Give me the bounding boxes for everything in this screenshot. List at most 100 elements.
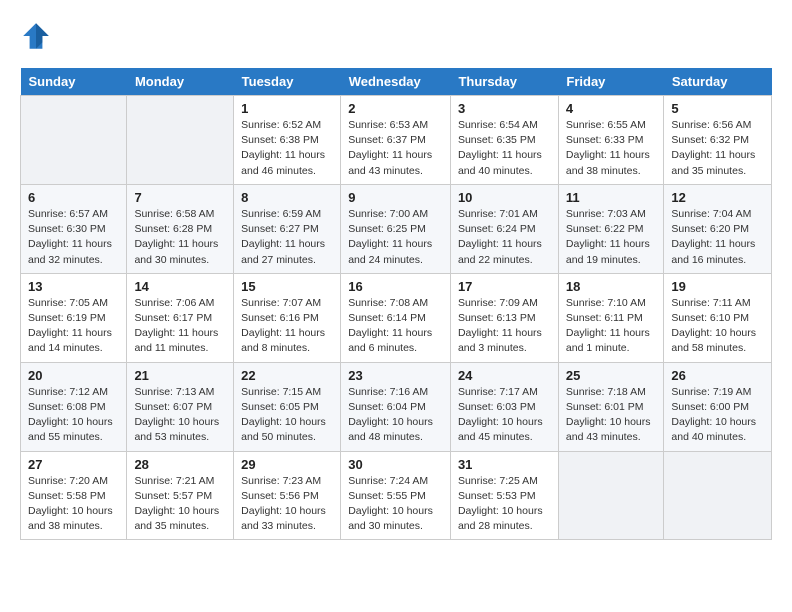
- day-number: 22: [241, 368, 333, 383]
- day-number: 4: [566, 101, 657, 116]
- day-info: Sunrise: 7:09 AMSunset: 6:13 PMDaylight:…: [458, 296, 551, 357]
- calendar-week-row: 20 Sunrise: 7:12 AMSunset: 6:08 PMDayligh…: [21, 362, 772, 451]
- day-info: Sunrise: 7:12 AMSunset: 6:08 PMDaylight:…: [28, 385, 119, 446]
- day-number: 27: [28, 457, 119, 472]
- header-wednesday: Wednesday: [341, 68, 451, 96]
- day-info: Sunrise: 7:08 AMSunset: 6:14 PMDaylight:…: [348, 296, 443, 357]
- day-info: Sunrise: 6:52 AMSunset: 6:38 PMDaylight:…: [241, 118, 333, 179]
- day-number: 11: [566, 190, 657, 205]
- day-number: 14: [134, 279, 226, 294]
- day-number: 18: [566, 279, 657, 294]
- calendar-week-row: 6 Sunrise: 6:57 AMSunset: 6:30 PMDaylight…: [21, 184, 772, 273]
- day-number: 17: [458, 279, 551, 294]
- day-number: 19: [671, 279, 764, 294]
- calendar-cell: 22 Sunrise: 7:15 AMSunset: 6:05 PMDayligh…: [234, 362, 341, 451]
- calendar-cell: 16Sunrise: 7:08 AMSunset: 6:14 PMDayligh…: [341, 273, 451, 362]
- day-number: 1: [241, 101, 333, 116]
- day-number: 13: [28, 279, 119, 294]
- calendar-cell: 29 Sunrise: 7:23 AMSunset: 5:56 PMDayligh…: [234, 451, 341, 540]
- day-info: Sunrise: 7:25 AMSunset: 5:53 PMDaylight:…: [458, 474, 551, 535]
- day-number: 15: [241, 279, 333, 294]
- day-info: Sunrise: 7:18 AMSunset: 6:01 PMDaylight:…: [566, 385, 657, 446]
- header-friday: Friday: [558, 68, 664, 96]
- calendar-cell: 31Sunrise: 7:25 AMSunset: 5:53 PMDayligh…: [450, 451, 558, 540]
- calendar-cell: 30 Sunrise: 7:24 AMSunset: 5:55 PMDayligh…: [341, 451, 451, 540]
- day-info: Sunrise: 7:15 AMSunset: 6:05 PMDaylight:…: [241, 385, 333, 446]
- day-info: Sunrise: 6:55 AMSunset: 6:33 PMDaylight:…: [566, 118, 657, 179]
- day-info: Sunrise: 7:23 AMSunset: 5:56 PMDaylight:…: [241, 474, 333, 535]
- day-number: 21: [134, 368, 226, 383]
- day-info: Sunrise: 7:07 AMSunset: 6:16 PMDaylight:…: [241, 296, 333, 357]
- day-number: 7: [134, 190, 226, 205]
- calendar-cell: 28Sunrise: 7:21 AMSunset: 5:57 PMDayligh…: [127, 451, 234, 540]
- day-info: Sunrise: 7:01 AMSunset: 6:24 PMDaylight:…: [458, 207, 551, 268]
- day-number: 3: [458, 101, 551, 116]
- header-tuesday: Tuesday: [234, 68, 341, 96]
- calendar-cell: 2 Sunrise: 6:53 AMSunset: 6:37 PMDaylight…: [341, 96, 451, 185]
- calendar-cell: [558, 451, 664, 540]
- calendar-cell: 14 Sunrise: 7:06 AMSunset: 6:17 PMDayligh…: [127, 273, 234, 362]
- day-number: 2: [348, 101, 443, 116]
- calendar-cell: 8Sunrise: 6:59 AMSunset: 6:27 PMDaylight…: [234, 184, 341, 273]
- day-number: 28: [134, 457, 226, 472]
- header-thursday: Thursday: [450, 68, 558, 96]
- day-number: 9: [348, 190, 443, 205]
- calendar-week-row: 1 Sunrise: 6:52 AMSunset: 6:38 PMDaylight…: [21, 96, 772, 185]
- calendar-cell: 13Sunrise: 7:05 AMSunset: 6:19 PMDayligh…: [21, 273, 127, 362]
- day-info: Sunrise: 7:17 AMSunset: 6:03 PMDaylight:…: [458, 385, 551, 446]
- calendar-table: SundayMondayTuesdayWednesdayThursdayFrid…: [20, 68, 772, 540]
- day-number: 30: [348, 457, 443, 472]
- calendar-cell: 10 Sunrise: 7:01 AMSunset: 6:24 PMDayligh…: [450, 184, 558, 273]
- calendar-cell: 20 Sunrise: 7:12 AMSunset: 6:08 PMDayligh…: [21, 362, 127, 451]
- calendar-cell: 11 Sunrise: 7:03 AMSunset: 6:22 PMDayligh…: [558, 184, 664, 273]
- header-saturday: Saturday: [664, 68, 772, 96]
- day-info: Sunrise: 6:57 AMSunset: 6:30 PMDaylight:…: [28, 207, 119, 268]
- day-info: Sunrise: 7:03 AMSunset: 6:22 PMDaylight:…: [566, 207, 657, 268]
- calendar-cell: 12Sunrise: 7:04 AMSunset: 6:20 PMDayligh…: [664, 184, 772, 273]
- calendar-cell: 9Sunrise: 7:00 AMSunset: 6:25 PMDaylight…: [341, 184, 451, 273]
- day-info: Sunrise: 7:16 AMSunset: 6:04 PMDaylight:…: [348, 385, 443, 446]
- calendar-cell: 21 Sunrise: 7:13 AMSunset: 6:07 PMDayligh…: [127, 362, 234, 451]
- day-info: Sunrise: 7:10 AMSunset: 6:11 PMDaylight:…: [566, 296, 657, 357]
- day-number: 8: [241, 190, 333, 205]
- calendar-cell: 17 Sunrise: 7:09 AMSunset: 6:13 PMDayligh…: [450, 273, 558, 362]
- calendar-cell: [127, 96, 234, 185]
- day-info: Sunrise: 7:13 AMSunset: 6:07 PMDaylight:…: [134, 385, 226, 446]
- calendar-cell: [664, 451, 772, 540]
- page-header: [20, 20, 772, 52]
- day-number: 10: [458, 190, 551, 205]
- day-info: Sunrise: 6:54 AMSunset: 6:35 PMDaylight:…: [458, 118, 551, 179]
- day-info: Sunrise: 7:24 AMSunset: 5:55 PMDaylight:…: [348, 474, 443, 535]
- calendar-week-row: 27Sunrise: 7:20 AMSunset: 5:58 PMDayligh…: [21, 451, 772, 540]
- day-info: Sunrise: 6:56 AMSunset: 6:32 PMDaylight:…: [671, 118, 764, 179]
- day-number: 24: [458, 368, 551, 383]
- logo: [20, 20, 56, 52]
- calendar-cell: 24 Sunrise: 7:17 AMSunset: 6:03 PMDayligh…: [450, 362, 558, 451]
- day-number: 29: [241, 457, 333, 472]
- day-number: 6: [28, 190, 119, 205]
- calendar-cell: 15 Sunrise: 7:07 AMSunset: 6:16 PMDayligh…: [234, 273, 341, 362]
- day-info: Sunrise: 6:53 AMSunset: 6:37 PMDaylight:…: [348, 118, 443, 179]
- calendar-cell: 25Sunrise: 7:18 AMSunset: 6:01 PMDayligh…: [558, 362, 664, 451]
- day-info: Sunrise: 7:06 AMSunset: 6:17 PMDaylight:…: [134, 296, 226, 357]
- day-number: 20: [28, 368, 119, 383]
- calendar-cell: 7 Sunrise: 6:58 AMSunset: 6:28 PMDaylight…: [127, 184, 234, 273]
- calendar-cell: 5 Sunrise: 6:56 AMSunset: 6:32 PMDaylight…: [664, 96, 772, 185]
- calendar-week-row: 13Sunrise: 7:05 AMSunset: 6:19 PMDayligh…: [21, 273, 772, 362]
- calendar-cell: 1 Sunrise: 6:52 AMSunset: 6:38 PMDaylight…: [234, 96, 341, 185]
- day-number: 12: [671, 190, 764, 205]
- calendar-cell: 26Sunrise: 7:19 AMSunset: 6:00 PMDayligh…: [664, 362, 772, 451]
- calendar-cell: [21, 96, 127, 185]
- calendar-cell: 19 Sunrise: 7:11 AMSunset: 6:10 PMDayligh…: [664, 273, 772, 362]
- header-monday: Monday: [127, 68, 234, 96]
- calendar-cell: 27Sunrise: 7:20 AMSunset: 5:58 PMDayligh…: [21, 451, 127, 540]
- day-number: 26: [671, 368, 764, 383]
- calendar-cell: 18 Sunrise: 7:10 AMSunset: 6:11 PMDayligh…: [558, 273, 664, 362]
- day-number: 5: [671, 101, 764, 116]
- calendar-cell: 23 Sunrise: 7:16 AMSunset: 6:04 PMDayligh…: [341, 362, 451, 451]
- day-info: Sunrise: 6:58 AMSunset: 6:28 PMDaylight:…: [134, 207, 226, 268]
- calendar-cell: 4 Sunrise: 6:55 AMSunset: 6:33 PMDaylight…: [558, 96, 664, 185]
- day-number: 23: [348, 368, 443, 383]
- calendar-cell: 3 Sunrise: 6:54 AMSunset: 6:35 PMDaylight…: [450, 96, 558, 185]
- day-info: Sunrise: 7:11 AMSunset: 6:10 PMDaylight:…: [671, 296, 764, 357]
